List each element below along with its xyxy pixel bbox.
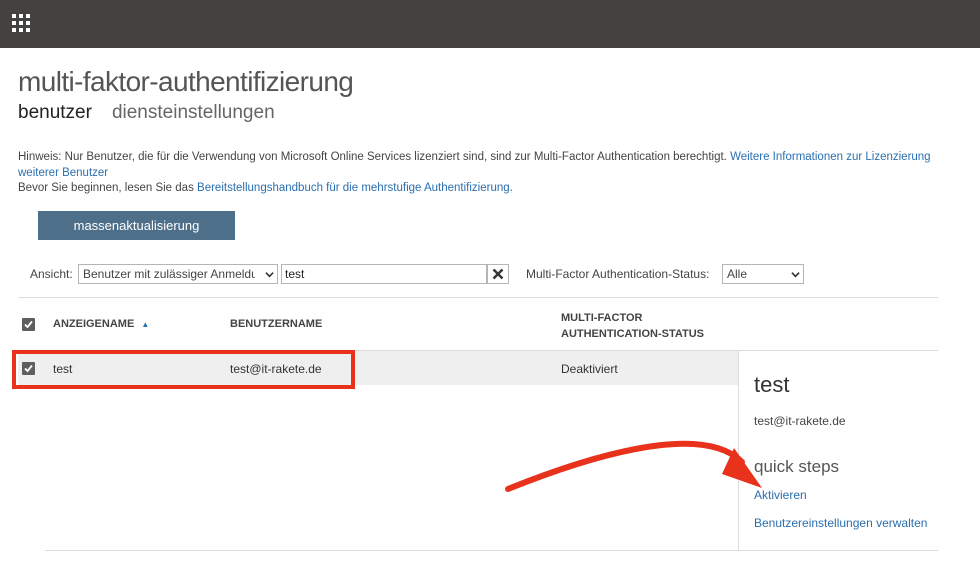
column-header-mfa-status-line2: AUTHENTICATION-STATUS [561,328,704,340]
sort-ascending-icon: ▲ [141,320,150,329]
column-header-mfa-status[interactable]: MULTI-FACTOR AUTHENTICATION-STATUS [561,310,704,342]
table-bottom-divider [45,550,938,551]
waffle-grid-icon[interactable] [12,14,30,32]
detail-user-email: test@it-rakete.de [754,414,846,428]
top-app-bar [0,0,980,48]
enable-mfa-link[interactable]: Aktivieren [754,488,807,502]
quick-steps-heading: quick steps [754,457,840,476]
tab-benutzer[interactable]: benutzer [18,102,92,124]
view-label: Ansicht: [30,267,73,281]
row-mfa-status: Deaktiviert [561,362,618,376]
notice-text-2: Bevor Sie beginnen, lesen Sie das [18,182,194,194]
detail-user-name: test [754,372,790,397]
column-header-user-name[interactable]: BENUTZERNAME [230,318,322,330]
notice-period: . [509,182,513,194]
tab-bar: benutzer diensteinstellungen [18,102,275,124]
column-header-mfa-status-line1: MULTI-FACTOR [561,312,643,324]
bulk-update-button[interactable]: massenaktualisierung [38,211,235,240]
view-select-value: Benutzer mit zulässiger Anmeldung [83,267,255,281]
chevron-down-icon [265,272,274,278]
column-header-display-name-label: ANZEIGENAME [53,318,135,330]
page-title: multi-faktor-authentifizierung [18,66,354,97]
mfa-status-select-value: Alle [727,267,748,281]
notice-text: Hinweis: Nur Benutzer, die für die Verwe… [18,151,727,163]
clear-search-button[interactable] [487,264,509,284]
detail-pane-divider [738,351,739,550]
search-input[interactable] [281,264,487,284]
checkmark-icon [24,320,33,329]
mfa-status-label: Multi-Factor Authentication-Status: [526,267,710,281]
checkmark-icon [24,364,33,373]
row-user-name: test@it-rakete.de [230,362,322,376]
mfa-status-select[interactable]: Alle [722,264,804,284]
select-all-checkbox[interactable] [22,318,35,331]
row-display-name: test [53,362,73,376]
chevron-down-icon [791,272,800,278]
license-notice: Hinweis: Nur Benutzer, die für die Verwe… [18,150,948,197]
manage-user-settings-link[interactable]: Benutzereinstellungen verwalten [754,516,927,530]
tab-diensteinstellungen[interactable]: diensteinstellungen [112,102,275,124]
table-row[interactable]: test test@it-rakete.de Deaktiviert [18,351,738,385]
column-header-display-name[interactable]: ANZEIGENAME ▲ [53,318,149,330]
row-checkbox[interactable] [22,362,35,375]
table-header: ANZEIGENAME ▲ BENUTZERNAME MULTI-FACTOR … [18,298,938,350]
close-x-icon [492,268,504,280]
view-select[interactable]: Benutzer mit zulässiger Anmeldung [78,264,278,284]
deployment-guide-link[interactable]: Bereitstellungshandbuch für die mehrstuf… [197,182,510,194]
